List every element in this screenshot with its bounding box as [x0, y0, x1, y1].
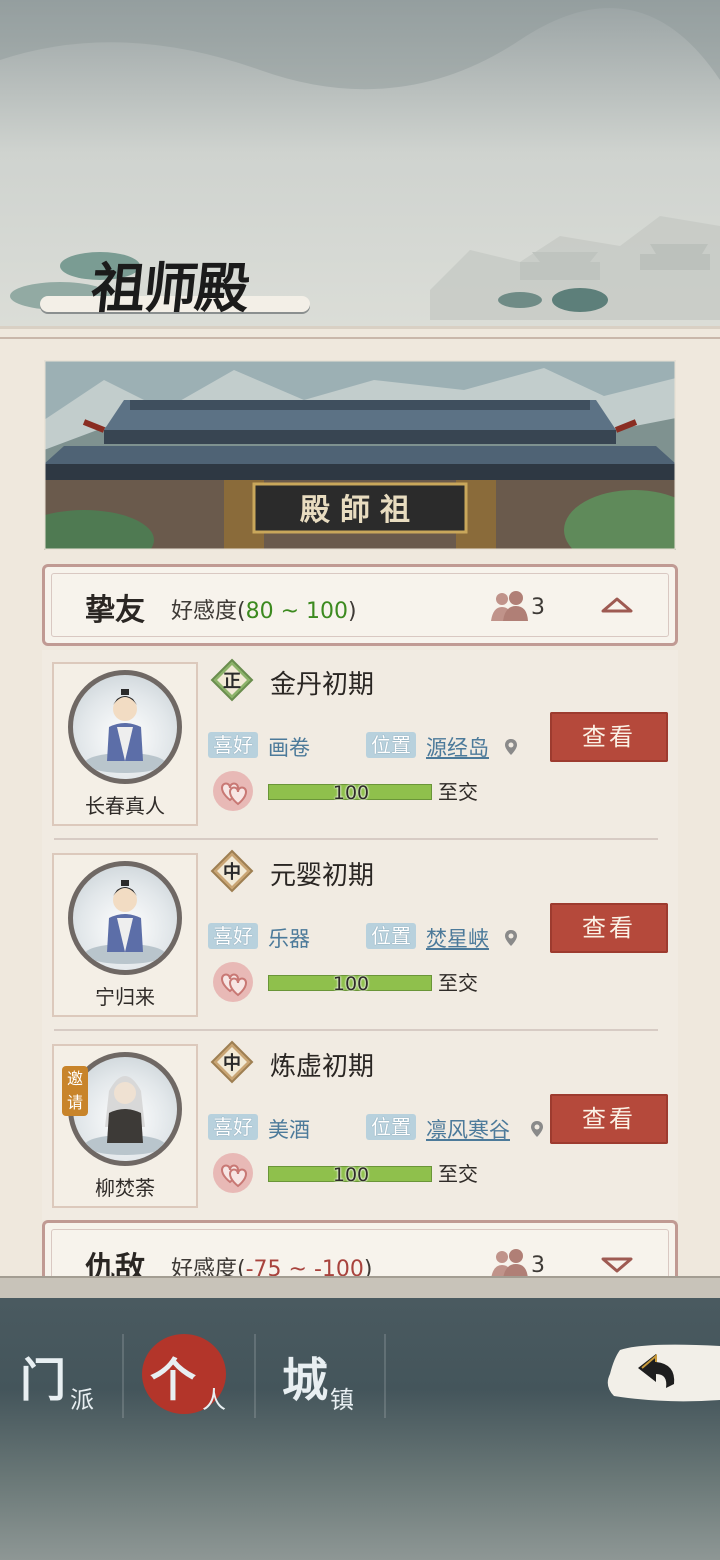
divider: [54, 838, 658, 840]
character-name: 宁归来: [95, 985, 155, 1009]
rank-badge-icon: 中: [210, 1040, 254, 1084]
affection-value: 100: [332, 973, 370, 995]
svg-text:正: 正: [223, 671, 241, 692]
view-button[interactable]: 查看: [550, 903, 668, 953]
rank-badge-icon: 正: [210, 658, 254, 702]
avatar-frame[interactable]: 宁归来: [52, 853, 198, 1017]
cultivation-realm: 金丹初期: [270, 670, 375, 700]
page-title: 祖师殿: [88, 256, 251, 320]
avatar-frame[interactable]: 柳焚荼 邀请: [52, 1044, 198, 1208]
view-button[interactable]: 查看: [550, 1094, 668, 1144]
location-pin-icon[interactable]: [530, 1120, 544, 1138]
affinity-range-value: 80 ~ 100: [245, 599, 348, 624]
panel-bottom-edge: [0, 1276, 720, 1300]
location-link[interactable]: 凛风寒谷: [426, 1114, 510, 1144]
member-count: 3: [531, 595, 545, 620]
cultivation-realm: 炼虚初期: [270, 1052, 375, 1082]
nav-divider: [384, 1334, 386, 1418]
list-item: 宁归来 中 元婴初期 喜好 乐器 位置 焚星峡 100 至交 查看: [42, 841, 678, 1031]
relation-label: 至交: [438, 780, 478, 804]
list-item: 柳焚荼 邀请 中 炼虚初期 喜好 美酒 位置 凛风寒谷 100 至交 查看: [42, 1032, 678, 1222]
hobby-tag: 喜好: [208, 732, 258, 758]
svg-text:中: 中: [223, 861, 241, 883]
nav-sect[interactable]: 门 派: [0, 1328, 122, 1424]
title-banner: 祖师殿: [10, 238, 310, 328]
group-name: 仇敌: [85, 1251, 145, 1280]
affection-bar: 100: [268, 1164, 432, 1186]
character-portrait: [85, 1076, 165, 1155]
affection-heart-icon: [213, 1153, 253, 1193]
avatar-frame[interactable]: 长春真人: [52, 662, 198, 826]
relation-label: 至交: [438, 1162, 478, 1186]
affection-bar: 100: [268, 973, 432, 995]
character-portrait: [85, 880, 165, 964]
divider: [54, 1029, 658, 1031]
affection-value: 100: [332, 1164, 370, 1186]
invite-tag: 邀请: [62, 1066, 88, 1116]
group-name: 挚友: [85, 593, 145, 628]
hall-plaque-text: 殿師祖: [300, 493, 420, 528]
group-header-enemies[interactable]: 仇敌 好感度(-75 ~ -100) 3: [42, 1220, 678, 1280]
view-button[interactable]: 查看: [550, 712, 668, 762]
expand-chevron-down-icon[interactable]: [601, 1255, 633, 1277]
relation-label: 至交: [438, 971, 478, 995]
member-count: 3: [531, 1253, 545, 1278]
affection-value: 100: [332, 782, 370, 804]
affection-heart-icon: [213, 962, 253, 1002]
location-tag: 位置: [366, 923, 416, 949]
location-link[interactable]: 源经岛: [426, 732, 489, 762]
character-name: 长春真人: [85, 794, 165, 818]
list-item: 长春真人 正 金丹初期 喜好 画卷 位置 源经岛 100 至交 查看: [42, 650, 678, 840]
friends-list: 长春真人 正 金丹初期 喜好 画卷 位置 源经岛 100 至交 查看 宁归来 中…: [42, 650, 678, 1220]
collapse-chevron-up-icon[interactable]: [601, 593, 633, 615]
location-tag: 位置: [366, 732, 416, 758]
affinity-range-text: 好感度(80 ~ 100): [171, 599, 357, 624]
hobby-value: 美酒: [268, 1118, 310, 1142]
back-button[interactable]: [604, 1340, 720, 1406]
location-tag: 位置: [366, 1114, 416, 1140]
location-pin-icon[interactable]: [504, 738, 518, 756]
affection-heart-icon: [213, 771, 253, 811]
affection-bar: 100: [268, 782, 432, 804]
svg-text:中: 中: [223, 1052, 241, 1074]
hobby-tag: 喜好: [208, 923, 258, 949]
group-header-friends[interactable]: 挚友 好感度(80 ~ 100) 3: [42, 564, 678, 646]
character-name: 柳焚荼: [95, 1176, 155, 1200]
hall-banner-image: 殿師祖: [44, 360, 676, 550]
nav-city[interactable]: 城 镇: [256, 1328, 384, 1424]
cultivation-realm: 元婴初期: [270, 861, 375, 891]
avatar: [68, 861, 182, 975]
avatar: [68, 670, 182, 784]
location-pin-icon[interactable]: [504, 929, 518, 947]
nav-personal[interactable]: 个 人: [124, 1328, 254, 1424]
location-link[interactable]: 焚星峡: [426, 923, 489, 953]
character-portrait: [85, 689, 165, 773]
rank-badge-icon: 中: [210, 849, 254, 893]
hobby-value: 画卷: [268, 736, 310, 760]
people-icon: [491, 591, 528, 621]
hobby-tag: 喜好: [208, 1114, 258, 1140]
hobby-value: 乐器: [268, 927, 310, 951]
